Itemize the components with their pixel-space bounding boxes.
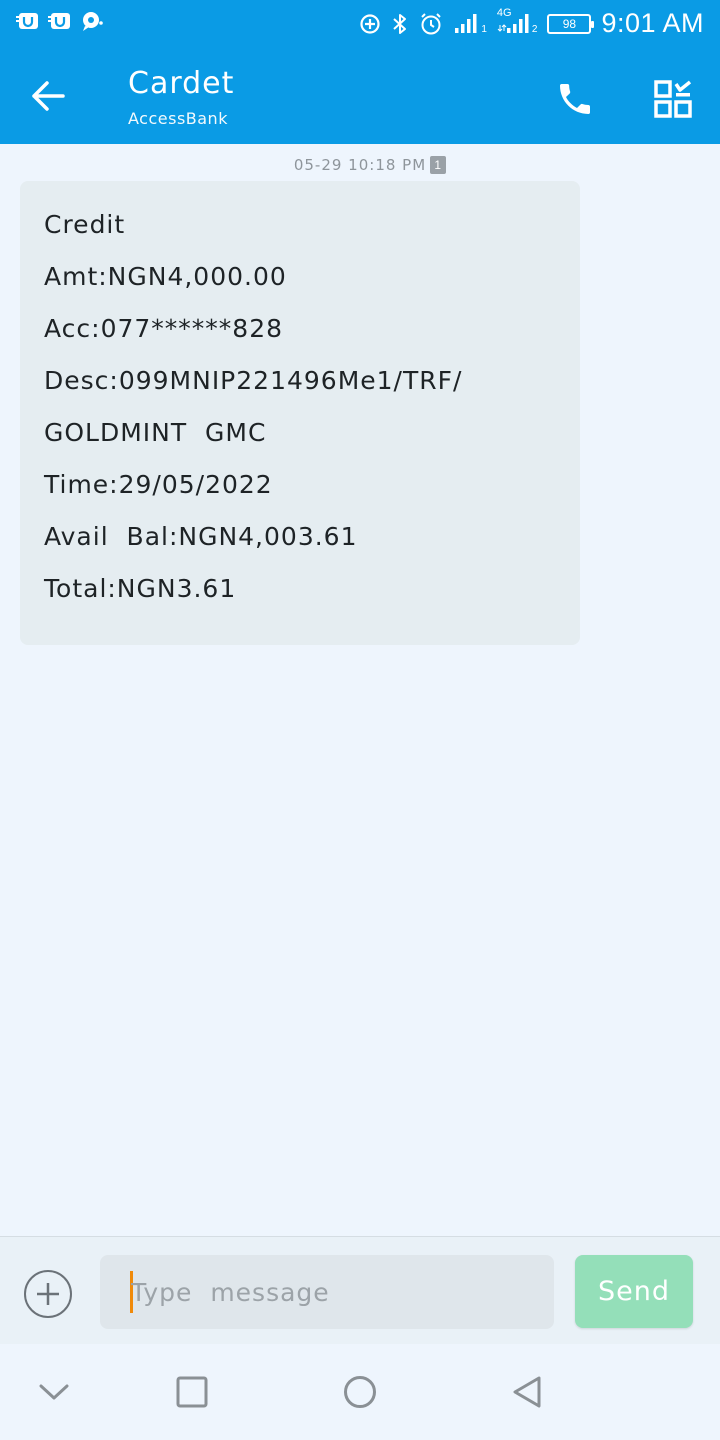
sim2-label: 2: [531, 23, 538, 35]
back-triangle-icon: [513, 1376, 541, 1408]
message-input[interactable]: Type message: [100, 1255, 554, 1329]
sim-badge: 1: [430, 156, 447, 174]
call-button[interactable]: [550, 74, 600, 124]
notification-u-icon: [48, 10, 72, 32]
conversation-subtitle: AccessBank: [128, 109, 228, 128]
timestamp-text: 05-29 10:18 PM: [293, 156, 427, 174]
bluetooth-icon: [391, 12, 409, 36]
message-placeholder: Type message: [131, 1277, 330, 1307]
message-line: Credit: [44, 210, 126, 239]
chat-bubble-icon: [80, 10, 104, 32]
message-line: Time:29/05/2022: [44, 470, 273, 499]
data-saver-icon: [359, 13, 381, 35]
navigation-bar: [0, 1344, 720, 1440]
send-button[interactable]: Send: [575, 1255, 693, 1328]
hide-keyboard-button[interactable]: [30, 1368, 78, 1416]
message-bubble[interactable]: Credit Amt:NGN4,000.00 Acc:077******828 …: [20, 181, 580, 645]
battery-level: 98: [562, 16, 577, 31]
message-timestamp: 05-29 10:18 PM 1: [0, 156, 720, 174]
contact-details-button[interactable]: [648, 74, 698, 124]
signal-sim1-icon: 1: [453, 13, 487, 35]
status-bar: 1 4G 2 98 9:01 AM: [0, 0, 720, 50]
home-button[interactable]: [336, 1368, 384, 1416]
notification-u-icon: [16, 10, 40, 32]
recents-icon: [176, 1376, 208, 1408]
battery-icon: 98: [547, 13, 595, 34]
message-line: GOLDMINT GMC: [44, 418, 267, 447]
compose-bar: Type message Send: [0, 1236, 720, 1344]
conversation-title: Cardet: [128, 66, 235, 101]
home-icon: [344, 1376, 376, 1408]
network-type-label: 4G: [496, 6, 512, 19]
recents-button[interactable]: [168, 1368, 216, 1416]
arrow-left-icon: [32, 81, 65, 111]
status-clock: 9:01 AM: [601, 8, 704, 38]
plus-icon: [37, 1283, 59, 1305]
grid-check-icon: [654, 80, 692, 118]
message-line: Acc:077******828: [44, 314, 284, 343]
signal-4g-sim2-icon: 4G 2: [497, 7, 538, 35]
alarm-icon: [419, 12, 443, 36]
sim1-label: 1: [481, 23, 487, 35]
message-line: Total:NGN3.61: [44, 574, 237, 603]
back-button[interactable]: [24, 72, 72, 120]
phone-icon: [560, 84, 590, 114]
back-nav-button[interactable]: [503, 1368, 551, 1416]
message-line: Amt:NGN4,000.00: [44, 262, 287, 291]
app-bar: Cardet AccessBank: [0, 52, 720, 144]
message-line: Desc:099MNIP221496Me1/TRF/: [44, 366, 463, 395]
attach-button[interactable]: [24, 1270, 72, 1318]
chevron-down-icon: [39, 1384, 69, 1400]
message-line: Avail Bal:NGN4,003.61: [44, 522, 358, 551]
